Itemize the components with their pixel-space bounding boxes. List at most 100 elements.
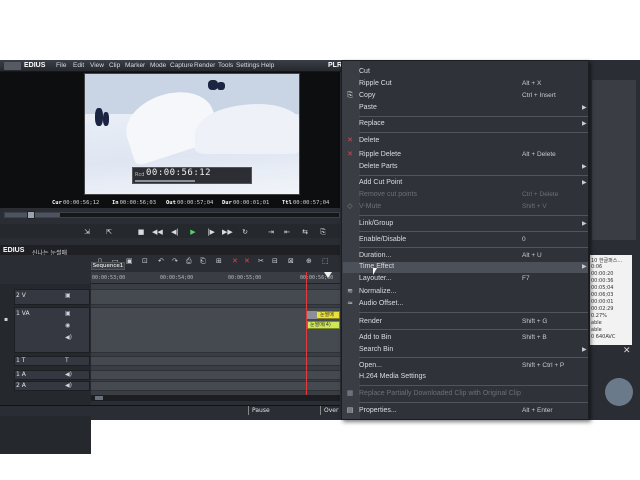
menu-item-delete[interactable]: Delete — [359, 136, 588, 147]
menu-item-paste[interactable]: Paste ▶ — [359, 103, 588, 114]
menu-settings[interactable]: Settings — [236, 62, 260, 69]
person-figure — [95, 108, 103, 126]
info-item: 00:06;03 — [591, 292, 614, 298]
monitor-icon[interactable]: ▣ — [65, 310, 71, 317]
menu-item-replace[interactable]: Replace ▶ — [359, 119, 588, 130]
menu-item-delete-parts[interactable]: Delete Parts ▶ — [359, 162, 588, 173]
menu-item-ripple-delete[interactable]: Ripple Delete Alt + Delete — [359, 150, 588, 161]
in-point-line — [306, 272, 307, 397]
lock-icon[interactable]: ▪ — [4, 316, 8, 323]
track-lane-1a[interactable] — [91, 370, 340, 380]
menu-item-render[interactable]: Render Shift + G — [359, 317, 588, 328]
mode-icon[interactable]: ⊡ — [142, 257, 148, 265]
menu-capture[interactable]: Capture — [170, 62, 193, 69]
menu-item-link-group[interactable]: Link/Group ▶ — [359, 219, 588, 230]
tab-sequence1[interactable]: Sequence1 — [91, 262, 125, 270]
audio-icon[interactable]: ◀) — [65, 382, 72, 389]
sync-lock-icon[interactable]: ⊠ — [288, 257, 294, 265]
step-forward-icon[interactable]: |▶ — [206, 228, 216, 237]
menu-clip[interactable]: Clip — [109, 62, 120, 69]
audio-clip[interactable]: 눈썰매(4) — [307, 321, 340, 329]
title-icon[interactable]: T — [65, 357, 69, 364]
menu-item-add-to-bin[interactable]: Add to Bin Shift + B — [359, 333, 588, 344]
menu-item-replace-partial-clip: Replace Partially Downloaded Clip with O… — [359, 390, 521, 397]
ruler-tick: 00:00:53;00 — [92, 275, 126, 281]
menu-divider — [359, 231, 588, 232]
save-project-icon[interactable]: ▣ — [126, 257, 133, 265]
menu-item-properties[interactable]: Properties... Alt + Enter — [359, 406, 588, 417]
menu-render[interactable]: Render — [194, 62, 215, 69]
link-icon[interactable]: ⊕ — [306, 257, 312, 265]
visibility-icon[interactable]: ◉ — [65, 322, 70, 329]
overlay-timecode-label: Rcd — [135, 172, 145, 178]
menu-item-v-mute: V-Mute Shift + V — [359, 203, 547, 210]
track-name: 2 V — [16, 292, 26, 299]
track-lane-2v[interactable] — [91, 289, 340, 305]
set-out-icon[interactable]: ⇱ — [104, 228, 114, 237]
info-item: able — [591, 327, 602, 333]
menu-marker[interactable]: Marker — [125, 62, 145, 69]
play-icon[interactable]: ▶ — [188, 228, 198, 237]
audio-icon[interactable]: ◀) — [65, 334, 72, 341]
info-item: 0:06 — [591, 264, 603, 270]
fast-forward-icon[interactable]: ▶▶ — [222, 228, 233, 237]
clipboard-icon[interactable]: ⎙ — [186, 257, 192, 266]
menu-item-enable-disable[interactable]: Enable/Disable 0 — [359, 235, 588, 246]
loop-icon[interactable]: ↻ — [240, 228, 250, 237]
menu-item-duration[interactable]: Duration... Alt + U — [359, 251, 588, 262]
menu-item-h264-media-settings[interactable]: H.264 Media Settings — [359, 372, 588, 383]
copy-icon: ⎘ — [347, 91, 353, 99]
track-icon[interactable]: ⊞ — [216, 257, 222, 265]
menu-item-open[interactable]: Open... Shift + Ctrl + P — [359, 361, 588, 372]
cut-red-icon[interactable]: ✕ — [232, 257, 238, 265]
marker-icon[interactable]: ⬚ — [322, 257, 329, 265]
menu-item-cut[interactable]: Cut — [359, 67, 588, 78]
replace-clip-icon: ▦ — [346, 389, 354, 397]
set-in-icon[interactable]: ⇲ — [82, 228, 92, 237]
menu-tools[interactable]: Tools — [218, 62, 233, 69]
rewind-icon[interactable]: ◀◀ — [152, 228, 163, 237]
stop-icon[interactable]: ■ — [136, 228, 146, 237]
scrub-handle[interactable] — [27, 211, 35, 219]
info-item: able — [591, 320, 602, 326]
timeline-scroll-thumb[interactable] — [95, 396, 103, 400]
menu-item-time-effect[interactable]: Time Effect ▶ — [343, 262, 588, 273]
menu-view[interactable]: View — [90, 62, 104, 69]
menu-help[interactable]: Help — [261, 62, 274, 69]
snap-icon[interactable]: ⊟ — [272, 257, 278, 265]
status-divider — [320, 406, 321, 415]
playhead-marker[interactable] — [324, 272, 332, 278]
close-icon[interactable]: ✕ — [623, 346, 631, 356]
undo-icon[interactable]: ↶ — [158, 257, 164, 265]
razor-icon[interactable]: ✂ — [258, 257, 264, 265]
overwrite-icon[interactable]: ⇤ — [282, 228, 292, 237]
menu-divider — [359, 132, 588, 133]
properties-icon: ▤ — [346, 406, 354, 414]
menu-mode[interactable]: Mode — [150, 62, 166, 69]
sync-icon[interactable]: ⇆ — [300, 228, 310, 237]
menu-item-add-cut-point[interactable]: Add Cut Point ▶ — [359, 178, 588, 189]
audio-icon[interactable]: ◀) — [65, 371, 72, 378]
paste-icon[interactable]: ⎗ — [200, 257, 206, 266]
ripple-delete-red-icon[interactable]: ✕ — [244, 257, 250, 265]
menu-file[interactable]: File — [56, 62, 66, 69]
info-item: 00:02:29 — [591, 306, 614, 312]
menu-item-layouter[interactable]: Layouter... F7 — [359, 274, 588, 285]
timeline-scrollbar[interactable] — [91, 395, 340, 401]
redo-icon[interactable]: ↷ — [172, 257, 178, 265]
menu-item-search-bin[interactable]: Search Bin ▶ — [359, 345, 588, 356]
menu-item-audio-offset[interactable]: Audio Offset... — [359, 299, 588, 310]
export-icon[interactable]: ⎘ — [318, 228, 328, 237]
step-back-icon[interactable]: ◀| — [170, 228, 180, 237]
track-lane-1va[interactable] — [91, 307, 340, 353]
menu-edit[interactable]: Edit — [73, 62, 84, 69]
insert-icon[interactable]: ⇥ — [266, 228, 276, 237]
track-lane-1t[interactable] — [91, 356, 340, 366]
monitor-icon[interactable]: ▣ — [65, 292, 71, 299]
track-lane-2a[interactable] — [91, 381, 340, 391]
menu-item-normalize[interactable]: Normalize... — [359, 287, 588, 298]
track-header-1t[interactable] — [14, 356, 90, 366]
menu-item-copy[interactable]: Copy Ctrl + Insert — [359, 91, 588, 102]
menu-item-ripple-cut[interactable]: Ripple Cut Alt + X — [359, 79, 588, 90]
info-item: 0 640AVC — [591, 334, 616, 340]
